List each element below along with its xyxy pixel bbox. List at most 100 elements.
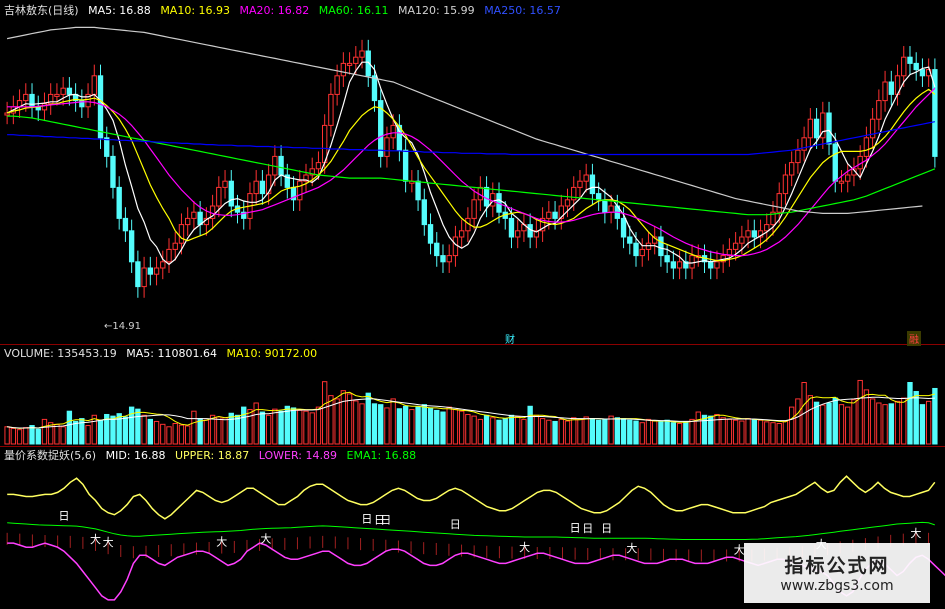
volume-bar [782,420,789,445]
volume-bar [72,420,79,445]
signal-marker: 日 [450,518,461,531]
candle-body [91,75,97,95]
volume-bar [153,420,160,445]
volume-bar [278,410,284,445]
volume-bar [35,428,41,445]
volume-bar [290,407,297,445]
volume-bar [172,423,178,445]
signal-marker: 日 [380,514,391,527]
volume-bar [876,402,882,445]
volume-bar [110,415,116,445]
volume-bar [757,419,764,445]
ema1-line [7,521,935,540]
volume-bar [589,418,596,445]
candle-body [228,180,234,207]
indicator-header: 量价系数捉妖(5,6) MID: 16.88 UPPER: 18.87 LOWE… [4,449,422,462]
candle-body [66,87,73,95]
ma5-label: MA5: 16.88 [88,4,151,17]
volume-bar [384,407,390,445]
volume-bar [770,422,776,445]
volume-bar [521,418,527,445]
volume-bar [869,398,876,445]
watermark: 指标公式网 www.zbgs3.com [744,543,930,603]
ma250-label: MA250: 16.57 [484,4,561,17]
candle-body [458,230,465,238]
volume-bar [272,408,278,445]
candle-body [882,81,888,102]
volume-bar [658,421,664,445]
candle-body [838,180,845,184]
stock-chart: 日大大大大日日日日大日日日大大大大 [4,26,945,601]
candle-body [676,261,683,269]
volume-bar [328,395,334,445]
candle-body [508,217,515,238]
candle-body [876,100,882,120]
candle-body [29,93,35,108]
volume-bar [683,421,689,445]
volume-bar [147,418,154,445]
volume-bar [546,419,552,445]
volume-bar [919,404,926,445]
volume-panel [4,379,938,445]
volume-bar [434,409,440,445]
volume-bar [552,420,558,445]
volume-bar [614,417,621,445]
candle-body [845,174,851,182]
indicator-name: 量价系数捉妖(5,6) [4,449,97,462]
watermark-url: www.zbgs3.com [780,578,894,594]
volume-bar [788,406,795,445]
volume-bar [228,412,234,445]
volume-bar [353,400,359,445]
candle-body [60,87,66,95]
volume-bar [446,406,452,445]
volume-bar [284,405,290,445]
upper-line [7,475,936,520]
candle-body [633,242,639,257]
lower-label: LOWER: 14.89 [258,449,337,462]
candle-body [658,236,664,257]
candle-body [390,124,396,139]
volume-bar [321,381,328,445]
candle-body [583,174,589,182]
candle-body [751,230,757,238]
volume-bar [807,395,814,445]
volume-bar [502,418,508,445]
volume-bar [365,392,371,445]
volume-bar [739,420,745,445]
volume-bar [901,397,907,445]
signal-marker: 大 [260,532,271,546]
price-panel [4,26,938,298]
volume-bar [764,421,770,445]
cai-marker: 财 [505,335,515,346]
candle-body [340,62,347,77]
volume-bar [465,413,471,445]
volume-bar [888,403,894,445]
candle-body [359,50,365,58]
candle-body [471,199,477,219]
candle-body [832,143,838,182]
candle-body [97,75,104,139]
ma250-line [7,121,936,156]
volume-bar [10,427,17,445]
volume-bar [670,422,677,445]
candle-body [116,186,122,219]
signal-marker: 日 [361,513,372,526]
volume-bar [720,417,726,445]
candle-body [689,255,695,269]
candle-body [452,236,459,257]
candle-body [515,230,521,238]
candle-body [259,180,266,195]
volume-bar [701,414,708,445]
volume-bar [558,418,564,445]
ma60-label: MA60: 16.11 [318,4,389,17]
volume-bar [23,427,29,445]
volume-bar [732,419,739,445]
signal-marker: 日 [601,522,612,535]
volume-bar [166,426,172,445]
candle-body [446,255,452,263]
candle-body [608,205,614,213]
candle-body [172,242,178,250]
candle-body [620,217,627,238]
candle-body [41,103,48,111]
volume-bar [16,429,23,445]
